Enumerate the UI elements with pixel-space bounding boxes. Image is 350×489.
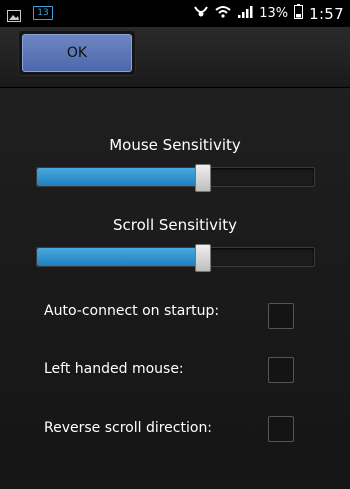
clock: 1:57 — [309, 4, 344, 23]
status-bar: 13 13% 1:57 — [0, 0, 350, 27]
scroll-sensitivity-thumb[interactable] — [195, 244, 211, 272]
mouse-sensitivity-title: Mouse Sensitivity — [109, 136, 241, 154]
battery-icon — [294, 4, 304, 23]
notification-badge-icon: 13 — [33, 6, 53, 20]
left-handed-label: Left handed mouse: — [44, 361, 184, 377]
battery-percent: 13% — [259, 6, 289, 21]
ok-button[interactable]: OK — [22, 34, 132, 72]
scroll-sensitivity-fill — [37, 248, 202, 266]
left-handed-checkbox[interactable] — [268, 357, 294, 383]
mouse-sensitivity-thumb[interactable] — [195, 164, 211, 192]
ok-button-frame: OK — [18, 30, 136, 76]
scroll-sensitivity-title: Scroll Sensitivity — [113, 216, 237, 234]
signal-icon — [237, 4, 253, 23]
wifi-icon — [215, 4, 231, 23]
auto-connect-checkbox[interactable] — [268, 303, 294, 329]
reverse-scroll-checkbox[interactable] — [268, 416, 294, 442]
image-icon — [7, 7, 21, 26]
auto-connect-label: Auto-connect on startup: — [44, 303, 220, 319]
sensitivity-icon — [193, 4, 209, 23]
reverse-scroll-label: Reverse scroll direction: — [44, 420, 213, 436]
status-right-group: 13% 1:57 — [193, 0, 344, 27]
scroll-sensitivity-slider[interactable] — [36, 244, 315, 272]
mouse-sensitivity-slider[interactable] — [36, 164, 315, 192]
mouse-sensitivity-fill — [37, 168, 202, 186]
